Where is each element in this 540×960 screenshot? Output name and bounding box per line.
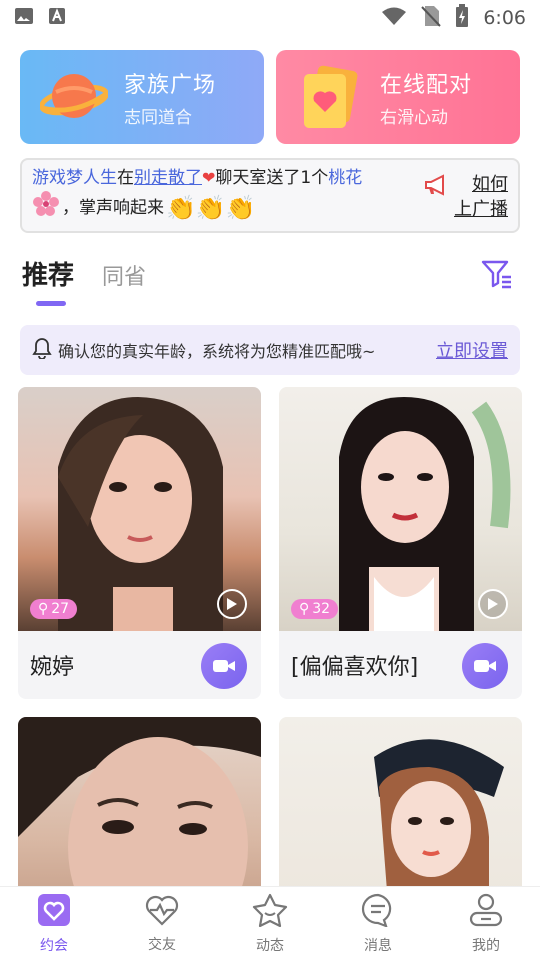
user-name: [偏偏喜欢你] xyxy=(291,655,419,680)
notice-text: 确认您的真实年龄，系统将为您精准匹配哦~ xyxy=(58,342,376,361)
heartbeat-icon xyxy=(144,894,180,930)
video-call-button[interactable] xyxy=(201,643,247,689)
video-camera-icon xyxy=(213,660,235,672)
broadcast-cheer: ，掌声响起来 xyxy=(62,198,164,218)
nav-messages[interactable]: 消息 xyxy=(324,887,432,960)
megaphone-icon xyxy=(424,174,450,203)
planet-icon xyxy=(39,64,109,132)
location-badge: ⚲ 27 xyxy=(30,599,78,619)
heart-box-icon xyxy=(37,893,71,931)
nav-profile[interactable]: 我的 xyxy=(432,887,540,960)
app-root: 6:06 家族广场 志同道合 在线配对 右滑心动 游戏梦人生在别走散了❤聊天室送… xyxy=(0,0,540,960)
chat-bubble-icon xyxy=(360,893,396,931)
wifi-icon xyxy=(381,6,407,30)
bottom-navigation: 约会 交友 动态 消息 我的 xyxy=(0,886,540,960)
age-notice-bar: 确认您的真实年龄，系统将为您精准匹配哦~ 立即设置 xyxy=(20,325,520,375)
user-photo[interactable]: ⚲ 27 xyxy=(18,387,261,631)
family-plaza-title: 家族广场 xyxy=(124,72,217,98)
nav-messages-label: 消息 xyxy=(364,937,392,954)
active-tab-indicator xyxy=(36,301,66,306)
how-line-2: 上广播 xyxy=(454,199,508,220)
top-feature-cards: 家族广场 志同道合 在线配对 右滑心动 xyxy=(20,50,520,144)
broadcast-room[interactable]: 别走散了 xyxy=(134,168,202,188)
clap-icon: 👏👏👏 xyxy=(166,194,256,222)
nav-profile-label: 我的 xyxy=(472,937,500,954)
tab-same-province[interactable]: 同省 xyxy=(102,259,146,291)
play-icon[interactable] xyxy=(217,589,247,619)
star-icon xyxy=(252,893,288,931)
status-time: 6:06 xyxy=(483,7,526,29)
nav-dating-label: 约会 xyxy=(40,937,68,954)
broadcast-at: 在 xyxy=(117,168,134,188)
user-card[interactable]: ⚲ 32 [偏偏喜欢你] xyxy=(279,387,522,699)
online-match-subtitle: 右滑心动 xyxy=(380,107,448,128)
broadcast-user[interactable]: 游戏梦人生 xyxy=(32,168,117,188)
online-match-title: 在线配对 xyxy=(380,72,473,98)
nav-friends[interactable]: 交友 xyxy=(108,887,216,960)
image-icon xyxy=(14,7,34,29)
peach-blossom-icon xyxy=(32,190,60,226)
pin-icon: ⚲ xyxy=(38,601,49,617)
filter-icon[interactable] xyxy=(480,257,514,291)
user-photo[interactable]: ⚲ 32 xyxy=(279,387,522,631)
how-line-1: 如何 xyxy=(472,174,508,195)
family-plaza-subtitle: 志同道合 xyxy=(124,107,192,128)
bell-icon xyxy=(32,337,52,363)
online-match-card[interactable]: 在线配对 右滑心动 xyxy=(276,50,520,144)
text-a-icon xyxy=(48,7,66,29)
broadcast-action: 聊天室送了1个 xyxy=(215,168,329,188)
no-sim-icon xyxy=(421,5,442,31)
tab-recommend[interactable]: 推荐 xyxy=(22,255,74,292)
heart-icon: ❤ xyxy=(202,168,216,187)
video-camera-icon xyxy=(474,660,496,672)
how-to-broadcast-link[interactable]: 如何 上广播 xyxy=(425,172,508,222)
family-plaza-card[interactable]: 家族广场 志同道合 xyxy=(20,50,264,144)
user-name: 婉婷 xyxy=(30,655,75,680)
broadcast-gift: 桃花 xyxy=(328,168,363,188)
status-bar: 6:06 xyxy=(0,0,540,36)
heart-card-icon xyxy=(296,64,364,132)
broadcast-banner[interactable]: 游戏梦人生在别走散了❤聊天室送了1个桃花 ，掌声响起来 👏👏👏 如何 上广播 xyxy=(20,158,520,233)
user-card[interactable]: ⚲ 27 婉婷 xyxy=(18,387,261,699)
profile-icon xyxy=(468,893,504,931)
pin-icon: ⚲ xyxy=(299,601,310,617)
nav-dating[interactable]: 约会 xyxy=(0,887,108,960)
set-now-link[interactable]: 立即设置 xyxy=(436,337,508,363)
battery-icon xyxy=(455,4,469,32)
video-call-button[interactable] xyxy=(462,643,508,689)
nav-friends-label: 交友 xyxy=(148,936,176,953)
feed-tabs: 推荐 同省 xyxy=(22,255,522,311)
nav-moments-label: 动态 xyxy=(256,937,284,954)
play-icon[interactable] xyxy=(478,589,508,619)
location-badge: ⚲ 32 xyxy=(291,599,339,619)
nav-moments[interactable]: 动态 xyxy=(216,887,324,960)
